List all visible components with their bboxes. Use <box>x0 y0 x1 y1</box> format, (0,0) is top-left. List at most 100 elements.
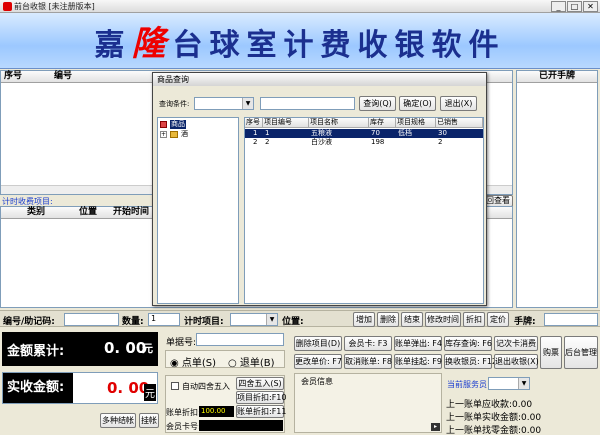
buy-ticket-button[interactable]: 购票 <box>540 336 562 369</box>
query-label: 查询条件: <box>159 100 190 108</box>
plate-input[interactable] <box>544 313 598 326</box>
qty-input[interactable]: 1 <box>148 313 180 326</box>
add-button[interactable]: 增加 <box>353 312 375 327</box>
position-label: 位置: <box>282 317 304 327</box>
radio-return-label: 退单(B) <box>239 358 275 369</box>
tree-node-root[interactable]: 商品 <box>160 120 230 130</box>
tree-root-label: 商品 <box>170 120 186 129</box>
last-paid: 上一账单实收金额:0.00 <box>446 413 542 423</box>
minimize-button[interactable]: _ <box>551 1 566 12</box>
open-plates-panel[interactable]: 已开手牌 <box>516 70 598 308</box>
radio-return[interactable]: ○ 退单(B) <box>228 354 275 369</box>
banner: 嘉隆台球室计费收银软件 <box>0 13 600 69</box>
bill-discount-button[interactable]: 账单折扣:F11 <box>236 405 286 418</box>
backend-button[interactable]: 后台管理 <box>564 336 598 369</box>
expand-icon[interactable]: + <box>160 131 167 138</box>
plate-label: 手牌: <box>514 317 536 327</box>
hang-account-button[interactable]: 挂帐 <box>139 413 159 428</box>
query-condition-select[interactable]: ▼ <box>194 97 254 110</box>
member-info-group: 会员信息 ▸ <box>294 373 442 433</box>
discount-button[interactable]: 折扣 <box>463 312 485 327</box>
member-card-input[interactable] <box>199 420 283 431</box>
staff-label: 当前服务员 <box>447 380 487 389</box>
exit-cashier-button[interactable]: 退出收银(X) <box>494 354 539 369</box>
table-row[interactable]: 2 2 白沙液 198 2 <box>245 138 483 147</box>
app-icon <box>3 2 12 11</box>
product-grid[interactable]: 序号 项目编号 项目名称 库存 项目规格 已销售 1 1 五粮液 70 低档 3… <box>244 117 484 304</box>
member-info-label: 会员信息 <box>301 377 333 386</box>
delete-item-button[interactable]: 删除项目(D) <box>294 336 342 351</box>
cell: 70 <box>371 129 380 137</box>
finish-button[interactable]: 结束 <box>401 312 423 327</box>
bill-discount-label: 账单折扣: <box>166 408 201 417</box>
modify-time-button[interactable]: 修改时间 <box>425 312 461 327</box>
grid-col-sold: 已销售 <box>436 118 483 128</box>
count-card-button[interactable]: 记次卡消费 <box>494 336 538 351</box>
grid-col-no: 序号 <box>245 118 263 128</box>
total-box: 金额累计: 0. 00 元 <box>2 332 158 366</box>
cell: 2 <box>438 138 443 146</box>
col-start: 开始时间 <box>113 207 150 217</box>
query-input[interactable] <box>260 97 355 110</box>
last-receivable: 上一账单应收款:0.00 <box>446 400 533 410</box>
auto-round-checkbox[interactable] <box>171 382 179 390</box>
order-mode-group: ◉ 点单(S) ○ 退单(B) <box>165 350 285 369</box>
cell: 198 <box>371 138 385 146</box>
chevron-down-icon: ▼ <box>518 378 529 389</box>
staff-select[interactable]: ▼ <box>488 377 530 390</box>
grid-col-stock: 库存 <box>369 118 396 128</box>
query-button[interactable]: 查询(Q) <box>359 96 396 111</box>
item-discount-button[interactable]: 项目折扣:F10 <box>236 391 286 404</box>
hold-bill-button[interactable]: 账单挂起: F9 <box>394 354 442 369</box>
expand-arrow-icon[interactable]: ▸ <box>431 423 440 431</box>
total-value: 0. 00 <box>104 339 147 357</box>
discount-group: 自动四舍五入 四舍五入(S) 项目折扣:F10 账单折扣: 100.00 账单折… <box>165 375 286 433</box>
category-tree[interactable]: 商品 + 酒 <box>157 117 239 304</box>
bill-discount-input[interactable]: 100.00 <box>199 406 234 417</box>
paid-box[interactable]: 实收金额: 0. 00 元 <box>2 372 158 404</box>
member-card-button[interactable]: 会员卡: F3 <box>344 336 392 351</box>
member-card-label: 会员卡号: <box>166 422 201 431</box>
exit-button[interactable]: 退出(X) <box>440 96 477 111</box>
fixed-price-button[interactable]: 定价 <box>487 312 509 327</box>
total-unit: 元 <box>142 342 153 355</box>
paid-unit: 元 <box>144 384 156 401</box>
tree-node-child[interactable]: + 酒 <box>160 130 230 140</box>
col-no: 序号 <box>4 71 23 81</box>
timing-item-select[interactable]: ▼ <box>230 313 278 326</box>
col-pos: 位置 <box>79 207 98 217</box>
change-price-button[interactable]: 更改单价: F7 <box>294 354 342 369</box>
delete-button[interactable]: 删除 <box>377 312 399 327</box>
ok-button[interactable]: 确定(O) <box>399 96 436 111</box>
window-title: 前台收银 [未注册版本] <box>14 2 95 11</box>
maximize-button[interactable]: □ <box>567 1 582 12</box>
radio-dine[interactable]: ◉ 点单(S) <box>170 354 216 369</box>
grid-col-name: 项目名称 <box>309 118 369 128</box>
bill-no-input[interactable] <box>196 333 284 346</box>
cell: 低档 <box>398 129 412 137</box>
grid-col-code: 项目编号 <box>263 118 309 128</box>
bill-popup-button[interactable]: 账单弹出: F4 <box>394 336 442 351</box>
col-type: 类别 <box>27 207 46 217</box>
cell: 1 <box>253 129 258 137</box>
title-bar: 前台收银 [未注册版本] _ □ ✕ <box>0 0 600 13</box>
open-plates-title: 已开手牌 <box>517 71 597 83</box>
product-query-dialog[interactable]: 商品查询 查询条件: ▼ 查询(Q) 确定(O) 退出(X) 商品 + 酒 序号… <box>152 72 487 306</box>
round-button[interactable]: 四舍五入(S) <box>236 377 284 390</box>
dialog-title: 商品查询 <box>153 73 486 86</box>
multi-payment-button[interactable]: 多种结帐 <box>100 413 136 428</box>
radio-dine-label: 点单(S) <box>181 358 217 369</box>
banner-title: 嘉隆台球室计费收银软件 <box>94 24 506 64</box>
close-button[interactable]: ✕ <box>583 1 598 12</box>
stock-query-button[interactable]: 库存查询: F6 <box>444 336 492 351</box>
auto-round-label: 自动四舍五入 <box>182 382 230 391</box>
bill-no-label: 单据号: <box>166 338 197 348</box>
code-input[interactable] <box>64 313 119 326</box>
code-label: 编号/助记码: <box>3 317 55 327</box>
change-cashier-button[interactable]: 换收银员: F12 <box>444 354 497 369</box>
chevron-down-icon: ▼ <box>266 314 277 325</box>
table-row[interactable]: 1 1 五粮液 70 低档 30 <box>245 129 483 138</box>
cancel-bill-button[interactable]: 取消账单: F8 <box>344 354 392 369</box>
last-change: 上一账单找零金额:0.00 <box>446 426 542 435</box>
total-label: 金额累计: <box>7 344 65 359</box>
